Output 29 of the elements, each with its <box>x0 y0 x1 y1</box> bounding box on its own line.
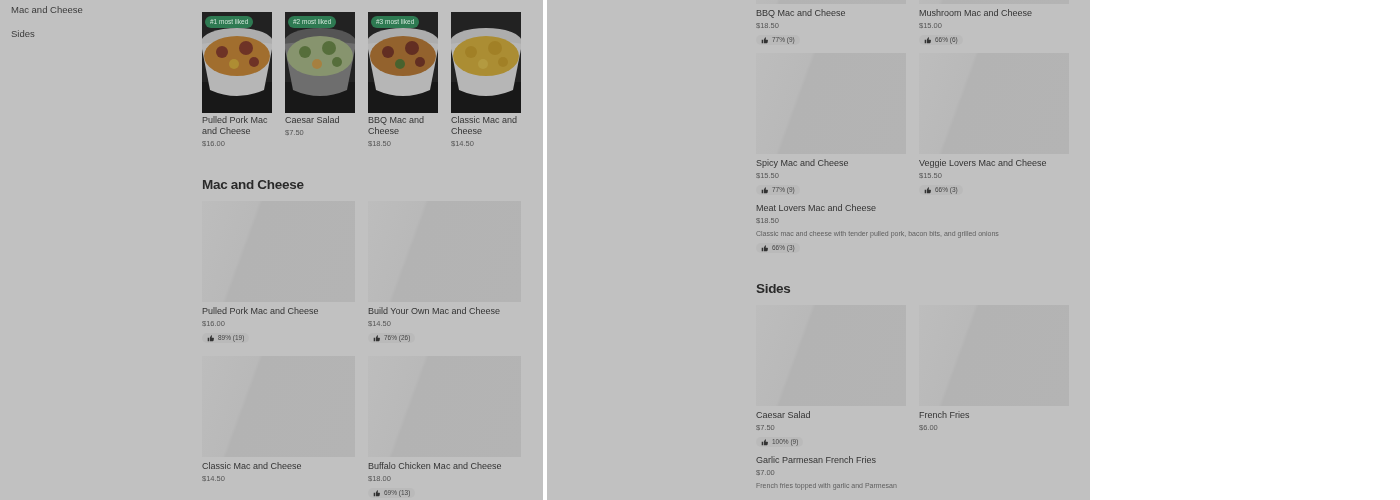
thumbs-up-icon <box>761 36 768 44</box>
item-name[interactable]: Caesar Salad <box>285 115 355 126</box>
item-name[interactable]: BBQ Mac and Cheese <box>368 115 438 137</box>
thumbs-up-icon <box>761 186 768 194</box>
thumbs-up-icon <box>761 244 768 252</box>
item-name[interactable]: Caesar Salad <box>756 410 811 421</box>
sidebar-item[interactable]: Mac and Cheese <box>11 4 83 16</box>
item-name[interactable]: Pulled Pork Mac and Cheese <box>202 115 272 137</box>
item-name[interactable]: BBQ Mac and Cheese <box>756 8 846 19</box>
thumbs-up-icon <box>207 334 214 342</box>
item-name[interactable]: Meat Lovers Mac and Cheese <box>756 203 877 214</box>
thumbs-up-icon <box>761 438 768 446</box>
item-name[interactable]: Veggie Lovers Mac and Cheese <box>919 158 1047 169</box>
item-name[interactable]: Garlic Parmesan French Fries <box>756 455 877 466</box>
thumbs-up-icon <box>373 334 380 342</box>
sidebar-item[interactable]: Sides <box>11 28 35 40</box>
item-name[interactable]: Build Your Own Mac and Cheese <box>368 306 501 317</box>
item-name[interactable]: Classic Mac and Cheese <box>202 461 302 472</box>
item-name[interactable]: French Fries <box>919 410 970 421</box>
item-name[interactable]: Mushroom Mac and Cheese <box>919 8 1033 19</box>
item-name[interactable]: Pulled Pork Mac and Cheese <box>202 306 319 317</box>
thumbs-up-icon <box>373 489 380 497</box>
item-name[interactable]: Classic Mac and Cheese <box>451 115 521 137</box>
section-heading: Sides <box>756 281 792 297</box>
item-name[interactable]: Buffalo Chicken Mac and Cheese <box>368 461 502 472</box>
item-name[interactable]: Spicy Mac and Cheese <box>756 158 849 169</box>
section-heading: Mac and Cheese <box>202 177 305 193</box>
thumbs-up-icon <box>924 186 931 194</box>
thumbs-up-icon <box>924 36 931 44</box>
